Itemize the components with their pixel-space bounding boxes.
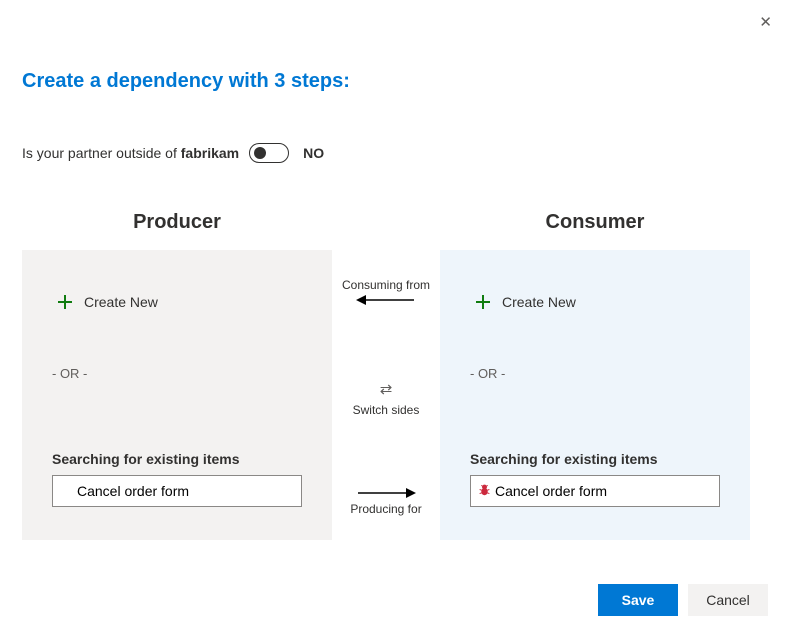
toggle-knob-icon (254, 147, 266, 159)
panels-row: Producer Create New - OR - Searching for… (22, 211, 768, 540)
producer-create-new-label: Create New (84, 294, 158, 310)
consumer-heading: Consumer (440, 211, 750, 234)
producing-for-label: Producing for (350, 502, 421, 516)
partner-outside-toggle[interactable] (249, 143, 289, 163)
producer-panel: Producer Create New - OR - Searching for… (22, 211, 332, 540)
producer-create-new-button[interactable]: Create New (58, 294, 302, 310)
save-button[interactable]: Save (598, 584, 678, 616)
consumer-panel: Consumer Create New - OR - Searching for… (440, 211, 750, 540)
dialog-title: Create a dependency with 3 steps: (22, 70, 768, 93)
partner-outside-toggle-state: NO (303, 145, 324, 161)
producer-search-label: Searching for existing items (52, 451, 302, 467)
switch-sides-icon[interactable]: ⇄ (380, 380, 393, 398)
consumer-create-new-button[interactable]: Create New (476, 294, 720, 310)
plus-icon (58, 295, 72, 309)
switch-sides-label: Switch sides (353, 403, 420, 417)
arrow-right-icon (352, 485, 420, 501)
partner-outside-row: Is your partner outside of fabrikam NO (22, 143, 768, 163)
dialog-footer: Save Cancel (598, 584, 768, 616)
plus-icon (476, 295, 490, 309)
close-icon[interactable]: ✕ (759, 15, 772, 30)
consumer-search-input[interactable] (470, 475, 720, 507)
consuming-from-label: Consuming from (342, 278, 430, 292)
dialog-content: Create a dependency with 3 steps: Is you… (0, 0, 790, 540)
consumer-or-separator: - OR - (470, 366, 720, 381)
producer-heading: Producer (22, 211, 332, 234)
consumer-create-new-label: Create New (502, 294, 576, 310)
producer-or-separator: - OR - (52, 366, 302, 381)
cancel-button[interactable]: Cancel (688, 584, 768, 616)
producer-search-input[interactable] (52, 475, 302, 507)
middle-column: Consuming from ⇄ Switch sides Producing … (332, 211, 440, 540)
partner-outside-label: Is your partner outside of fabrikam (22, 145, 239, 161)
consumer-search-label: Searching for existing items (470, 451, 720, 467)
arrow-left-icon (352, 292, 420, 308)
